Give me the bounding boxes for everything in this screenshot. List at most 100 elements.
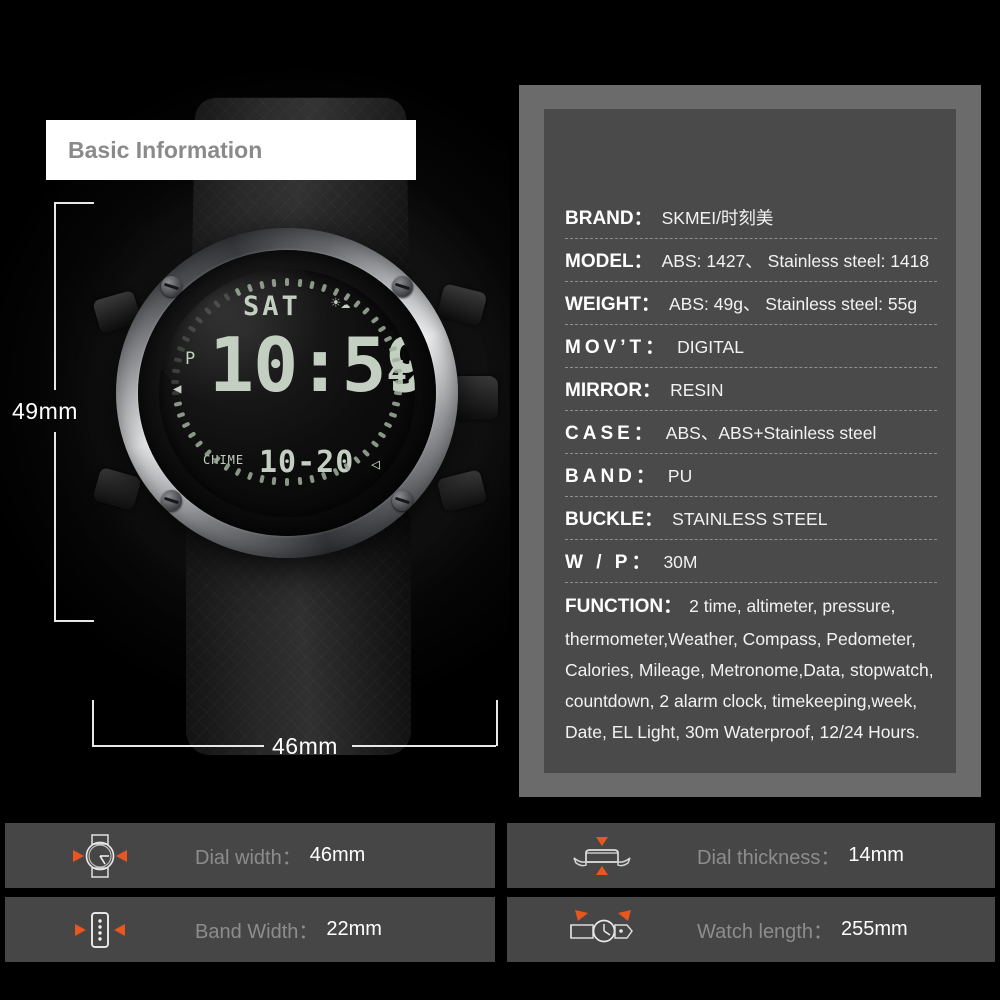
info-bar-label: Dial width：: [195, 847, 302, 869]
lcd-tick: [181, 421, 191, 429]
lcd-tick: [246, 471, 254, 481]
watch-case: SAT ☀☁ P 10:59 42 CHIME 10-20 ◁ ◀: [116, 228, 458, 558]
spec-row-value: 30M: [663, 552, 698, 572]
lcd-tick: [285, 278, 289, 286]
dim-tick-width-right: [496, 700, 498, 746]
spec-row-value: ABS: 1427、 Stainless steel: 1418: [661, 251, 930, 271]
lcd-tick: [234, 287, 242, 297]
lcd-tick: [176, 411, 186, 419]
spec-row: MOV’T： DIGITAL: [565, 325, 937, 368]
spec-row-key: BAND：: [565, 466, 659, 487]
watch-lcd-screen: SAT ☀☁ P 10:59 42 CHIME 10-20 ◁ ◀: [159, 269, 415, 517]
lcd-tick: [395, 380, 403, 384]
product-spec-page: SAT ☀☁ P 10:59 42 CHIME 10-20 ◁ ◀ 49mm: [0, 0, 1000, 1000]
spec-row-key: FUNCTION：: [565, 596, 683, 617]
spec-panel-header: Basic Information: [46, 120, 416, 180]
lcd-tick: [320, 283, 328, 293]
spec-row-function: FUNCTION： 2 time, altimeter, pressure, th…: [565, 583, 937, 756]
dial-width-icon: [5, 832, 195, 880]
spec-row-value: DIGITAL: [677, 337, 744, 357]
dim-tick-height-bottom: [54, 620, 94, 622]
info-bar-label: Dial thickness：: [697, 847, 841, 869]
dim-line-height-lower: [54, 432, 56, 622]
spec-row: MIRROR： RESIN: [565, 368, 937, 411]
info-bar-value: 14mm: [848, 844, 904, 866]
lcd-tick: [297, 477, 302, 486]
dim-tick-height-top: [54, 202, 94, 204]
lcd-weekday: SAT: [243, 291, 301, 322]
dim-line-height-upper: [54, 202, 56, 390]
lcd-tick: [187, 324, 197, 333]
dim-label-width: 46mm: [272, 733, 338, 759]
info-bar-value: 22mm: [326, 918, 382, 940]
spec-row-value: ABS: 49g、 Stainless steel: 55g: [669, 294, 918, 314]
lcd-tick: [383, 421, 393, 429]
lcd-tick: [352, 299, 361, 309]
lcd-tick: [187, 431, 197, 440]
lcd-tick: [203, 307, 213, 316]
spec-row-key: MODEL：: [565, 251, 653, 272]
lcd-tick: [272, 278, 277, 287]
dim-line-width-left: [92, 745, 264, 747]
spec-row-value: PU: [667, 466, 693, 486]
spec-row: BAND： PU: [565, 454, 937, 497]
lcd-chime-label: CHIME: [203, 453, 245, 467]
spec-row: WEIGHT： ABS: 49g、 Stainless steel: 55g: [565, 282, 937, 325]
lcd-tick: [195, 315, 204, 324]
spec-rows-list: BRAND： SKMEI/时刻美 MODEL： ABS: 1427、 Stainles…: [565, 196, 937, 756]
lcd-tick: [361, 448, 371, 457]
info-bar-watch-length: Watch length： 255mm: [507, 897, 995, 962]
dim-tick-width-left: [92, 700, 94, 746]
lcd-time: 10:59: [209, 321, 415, 409]
spec-row-value: RESIN: [670, 380, 724, 400]
lcd-tick: [370, 440, 379, 449]
info-bar-dial-thickness: Dial thickness： 14mm: [507, 823, 995, 888]
lcd-tick: [285, 478, 289, 486]
info-bar-label: Band Width：: [195, 921, 319, 943]
lcd-tick: [234, 467, 242, 477]
watch-length-icon: [507, 906, 697, 954]
lcd-pm-indicator: P: [185, 349, 196, 369]
lcd-tick: [223, 292, 232, 302]
lcd-tick: [171, 368, 180, 374]
lcd-tick: [195, 440, 204, 449]
lcd-tick: [297, 278, 302, 287]
lcd-date: 10-20: [259, 445, 355, 480]
lcd-tick: [388, 411, 398, 419]
lcd-tick: [173, 356, 183, 363]
spec-row-key: MIRROR：: [565, 380, 662, 401]
info-bar-band-width: Band Width： 22mm: [5, 897, 495, 962]
spec-row-key: BRAND：: [565, 208, 653, 229]
spec-row: W / P： 30M: [565, 540, 937, 583]
lcd-tick: [173, 401, 183, 408]
spec-row-key: BUCKLE：: [565, 509, 664, 530]
spec-row: BRAND： SKMEI/时刻美: [565, 196, 937, 239]
spec-row: BUCKLE： STAINLESS STEEL: [565, 497, 937, 540]
lcd-tick: [213, 299, 222, 309]
dim-line-width-right: [352, 745, 496, 747]
info-bar-dial-width: Dial width： 46mm: [5, 823, 495, 888]
lcd-tick: [181, 335, 191, 343]
spec-row-value: STAINLESS STEEL: [672, 509, 828, 529]
bell-icon: ◁: [371, 455, 381, 473]
info-bar-value: 255mm: [841, 918, 908, 940]
spec-row-value: SKMEI/时刻美: [661, 208, 774, 228]
lcd-content: SAT ☀☁ P 10:59 42 CHIME 10-20 ◁ ◀: [159, 269, 415, 517]
page-title: Basic Information: [68, 136, 263, 163]
band-width-icon: [5, 906, 195, 954]
spec-row-key: WEIGHT：: [565, 294, 660, 315]
crown-right: [452, 376, 498, 420]
lcd-tick: [377, 431, 387, 440]
dim-label-height: 49mm: [12, 398, 78, 424]
spec-row-key: W / P：: [565, 552, 655, 573]
spec-row-value: 2 time, altimeter, pressure, thermometer…: [565, 596, 934, 743]
lcd-tick: [272, 477, 277, 486]
lcd-tick: [171, 380, 179, 384]
info-bar-value: 46mm: [309, 844, 366, 866]
info-bar-label: Watch length：: [697, 921, 833, 943]
lcd-tick: [361, 307, 371, 316]
spec-row: CASE： ABS、ABS+Stainless steel: [565, 411, 937, 454]
spec-row-key: CASE：: [565, 423, 657, 444]
lcd-tick: [309, 280, 315, 289]
spec-row: MODEL： ABS: 1427、 Stainless steel: 1418: [565, 239, 937, 282]
